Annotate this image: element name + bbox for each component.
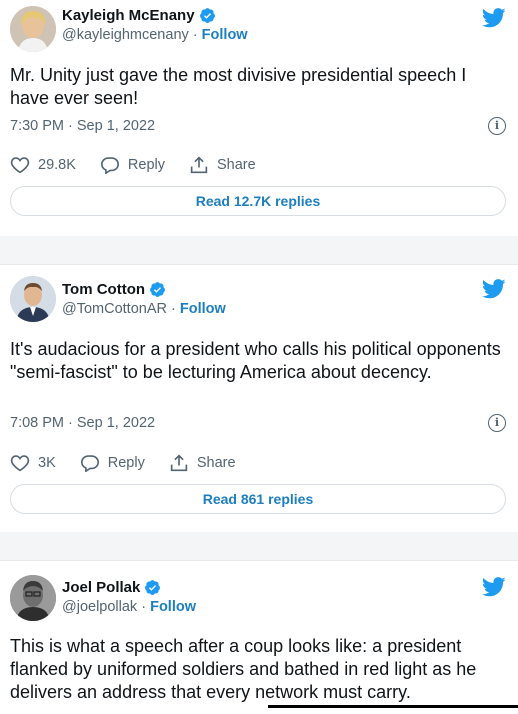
read-replies-button[interactable]: Read 12.7K replies bbox=[10, 186, 506, 216]
share-label: Share bbox=[196, 455, 236, 471]
tweet-text: Mr. Unity just gave the most divisive pr… bbox=[10, 65, 467, 108]
follow-button[interactable]: Follow bbox=[150, 599, 196, 615]
follow-button[interactable]: Follow bbox=[180, 301, 226, 317]
reply-label: Reply bbox=[127, 157, 165, 173]
like-button[interactable]: 29.8K bbox=[10, 156, 76, 174]
twitter-bird-icon[interactable] bbox=[482, 577, 506, 597]
like-button[interactable]: 3K bbox=[10, 454, 56, 472]
author-name[interactable]: Joel Pollak bbox=[62, 579, 140, 596]
follow-button[interactable]: Follow bbox=[202, 27, 248, 43]
author-handle[interactable]: @joelpollak bbox=[62, 599, 137, 615]
tweet-text: It's audacious for a president who calls… bbox=[10, 339, 501, 382]
like-count: 3K bbox=[38, 455, 56, 471]
verified-badge-icon bbox=[150, 282, 165, 297]
twitter-bird-icon[interactable] bbox=[482, 279, 506, 299]
tweet-card-kayleigh: Kayleigh McEnany @kayleighmcenany · Foll… bbox=[0, 0, 518, 236]
author-name[interactable]: Kayleigh McEnany bbox=[62, 7, 195, 24]
author-handle[interactable]: @kayleighmcenany bbox=[62, 27, 189, 43]
avatar[interactable] bbox=[10, 276, 56, 322]
tweet-timestamp[interactable]: 7:08 PM · Sep 1, 2022 bbox=[10, 415, 155, 431]
separator-gap bbox=[0, 236, 518, 264]
share-upload-icon bbox=[170, 454, 188, 472]
tweet-card-tom-cotton: Tom Cotton @TomCottonAR · Follow It's au… bbox=[0, 264, 518, 532]
heart-icon bbox=[10, 157, 30, 174]
separator: · bbox=[171, 301, 176, 317]
verified-badge-icon bbox=[145, 580, 161, 595]
separator-gap bbox=[0, 532, 518, 560]
avatar[interactable] bbox=[10, 6, 56, 52]
share-button[interactable]: Share bbox=[169, 454, 236, 472]
tweet-card-joel-pollak: Joel Pollak @joelpollak · Follow This is… bbox=[0, 560, 518, 714]
author-handle[interactable]: @TomCottonAR bbox=[62, 301, 167, 317]
share-upload-icon bbox=[190, 156, 208, 174]
like-count: 29.8K bbox=[38, 157, 76, 173]
share-button[interactable]: Share bbox=[189, 156, 256, 174]
heart-icon bbox=[10, 455, 30, 472]
read-replies-button[interactable]: Read 861 replies bbox=[10, 484, 506, 514]
author-name[interactable]: Tom Cotton bbox=[62, 281, 145, 298]
info-icon[interactable]: i bbox=[488, 414, 506, 432]
share-label: Share bbox=[216, 157, 256, 173]
home-indicator bbox=[268, 705, 518, 708]
twitter-bird-icon[interactable] bbox=[482, 8, 506, 28]
reply-button[interactable]: Reply bbox=[80, 454, 145, 472]
tweet-timestamp[interactable]: 7:30 PM · Sep 1, 2022 bbox=[10, 118, 155, 134]
separator: · bbox=[192, 27, 198, 43]
separator: · bbox=[141, 599, 147, 615]
reply-label: Reply bbox=[107, 455, 145, 471]
avatar[interactable] bbox=[10, 575, 56, 621]
reply-bubble-icon bbox=[100, 157, 119, 174]
reply-button[interactable]: Reply bbox=[100, 156, 165, 174]
verified-badge-icon bbox=[199, 8, 215, 23]
tweet-text: This is what a speech after a coup looks… bbox=[10, 636, 477, 702]
info-icon[interactable]: i bbox=[488, 117, 506, 135]
reply-bubble-icon bbox=[80, 455, 99, 472]
